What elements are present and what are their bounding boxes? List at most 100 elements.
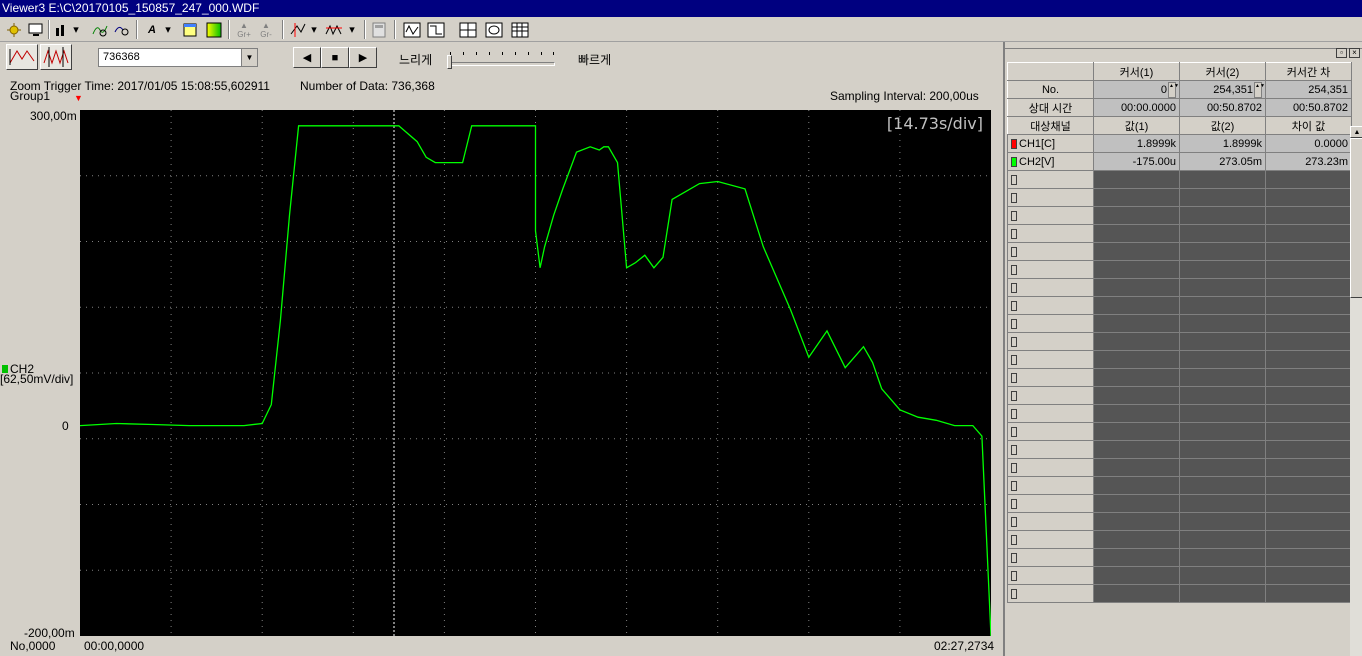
header-cursor1: 커서(1) [1093,62,1180,81]
empty-channel-label[interactable] [1007,368,1094,387]
ch1-value1: 1.8999k [1093,134,1180,153]
wave-search-icon[interactable] [112,20,132,39]
scroll-up-icon[interactable]: ▲ [1350,126,1362,138]
empty-channel-label[interactable] [1007,206,1094,225]
waveform-plot[interactable]: [14.73s/div] [80,110,991,636]
calculator-icon[interactable] [369,20,389,39]
spin-icon: ▲▼ [1168,81,1179,98]
y-axis-top: 300,00m [30,109,77,123]
monitor-icon[interactable] [26,20,46,39]
empty-channel-row [1007,440,1352,459]
empty-channel-label[interactable] [1007,440,1094,459]
channel-color-swatch [1011,156,1017,167]
rel-time-cursor2: 00:50.8702 [1179,98,1266,117]
empty-channel-label[interactable] [1007,548,1094,567]
wave-view-icon[interactable] [402,20,422,39]
position-combo[interactable]: 736368 ▼ [98,48,258,67]
group-label: Group1 [10,89,51,103]
rel-time-diff: 00:50.8702 [1265,98,1352,117]
empty-channel-label[interactable] [1007,458,1094,477]
no-cursor2-cell[interactable]: 254,351 ▲▼ [1179,80,1266,99]
spin-icon: ▲▼ [1254,81,1265,98]
header-cursor2: 커서(2) [1179,62,1266,81]
ch2-diff: 273.23m [1265,152,1352,171]
channel-row-ch2[interactable]: CH2[V] [1007,152,1094,171]
empty-channel-label[interactable] [1007,260,1094,279]
chevron-down-icon[interactable]: ▼ [241,49,257,66]
waveform-multi-button[interactable] [40,44,72,70]
stop-button[interactable]: ■ [321,47,349,68]
empty-channel-label[interactable] [1007,512,1094,531]
empty-channel-label[interactable] [1007,530,1094,549]
empty-channel-label[interactable] [1007,422,1094,441]
table-view-icon[interactable] [510,20,530,39]
color-gradient-icon[interactable] [204,20,224,39]
no-diff-cell: 254,351 [1265,80,1352,99]
notepad-icon[interactable] [180,20,200,39]
empty-channel-label[interactable] [1007,170,1094,189]
empty-channel-label[interactable] [1007,386,1094,405]
speed-slider-thumb[interactable] [447,55,452,69]
fast-label: 빠르게 [578,53,612,67]
restore-icon[interactable]: ▫ [1336,48,1347,58]
wave-zoom-icon[interactable] [90,20,110,39]
group-remove-button[interactable]: ▲ Gr- [256,20,276,39]
panel-scrollbar[interactable]: ▲ [1350,126,1362,656]
ch1-value2: 1.8999k [1179,134,1266,153]
trigger-marker-icon: ▼ [74,93,83,103]
empty-channel-label[interactable] [1007,404,1094,423]
dropdown-arrow-icon[interactable]: ▾ [346,20,358,39]
empty-channel-label[interactable] [1007,242,1094,261]
empty-channel-label[interactable] [1007,494,1094,513]
empty-channel-label[interactable] [1007,188,1094,207]
empty-channel-label[interactable] [1007,566,1094,585]
empty-channel-row [1007,422,1352,441]
empty-channel-label[interactable] [1007,584,1094,603]
bar-chart-icon[interactable] [52,20,72,39]
empty-channel-label[interactable] [1007,224,1094,243]
speed-slider[interactable] [449,62,555,66]
empty-channel-row [1007,350,1352,369]
xy-view-icon[interactable] [484,20,504,39]
empty-channel-label[interactable] [1007,314,1094,333]
ch2-value1: -175.00u [1093,152,1180,171]
position-value: 736368 [103,51,140,63]
no-cursor1-cell[interactable]: 0 ▲▼ [1093,80,1180,99]
x-axis-end: 02:27,2734 [934,639,995,653]
ch1-diff: 0.0000 [1265,134,1352,153]
run-icon[interactable] [4,20,24,39]
cursor-icon[interactable] [288,20,308,39]
main-toolbar: ▾ A ▾ ▲ Gr+ ▲ Gr- ▾ ▾ [0,17,1362,42]
play-back-button[interactable]: ◀ [293,47,321,68]
channel-scale: [62,50mV/div] [0,372,74,386]
dropdown-arrow-icon[interactable]: ▾ [162,20,174,39]
close-icon[interactable]: × [1349,48,1360,58]
target-channel-header: 대상채널 [1007,116,1094,135]
value1-header: 값(1) [1093,116,1180,135]
y-axis-zero: 0 [62,419,69,433]
dropdown-arrow-icon[interactable]: ▾ [308,20,320,39]
channel-row-ch1[interactable]: CH1[C] [1007,134,1094,153]
font-icon[interactable]: A [142,20,162,39]
peak-icon[interactable] [324,20,344,39]
empty-channel-label[interactable] [1007,296,1094,315]
grid-view-icon[interactable] [458,20,478,39]
empty-channel-label[interactable] [1007,350,1094,369]
dropdown-arrow-icon[interactable]: ▾ [70,20,82,39]
empty-channel-row [1007,170,1352,189]
empty-channel-row [1007,512,1352,531]
no-row-label: No. [1007,80,1094,99]
empty-channel-row [1007,242,1352,261]
empty-channel-row [1007,188,1352,207]
empty-channel-label[interactable] [1007,476,1094,495]
play-forward-button[interactable]: ▶ [349,47,377,68]
sampling-interval: Sampling Interval: 200,00us [830,89,979,103]
empty-channel-label[interactable] [1007,278,1094,297]
empty-channel-row [1007,224,1352,243]
empty-channel-label[interactable] [1007,332,1094,351]
split-view-icon[interactable] [426,20,446,39]
empty-channel-row [1007,314,1352,333]
scroll-thumb[interactable] [1350,138,1362,298]
group-add-button[interactable]: ▲ Gr+ [234,20,254,39]
waveform-single-button[interactable] [6,44,38,70]
